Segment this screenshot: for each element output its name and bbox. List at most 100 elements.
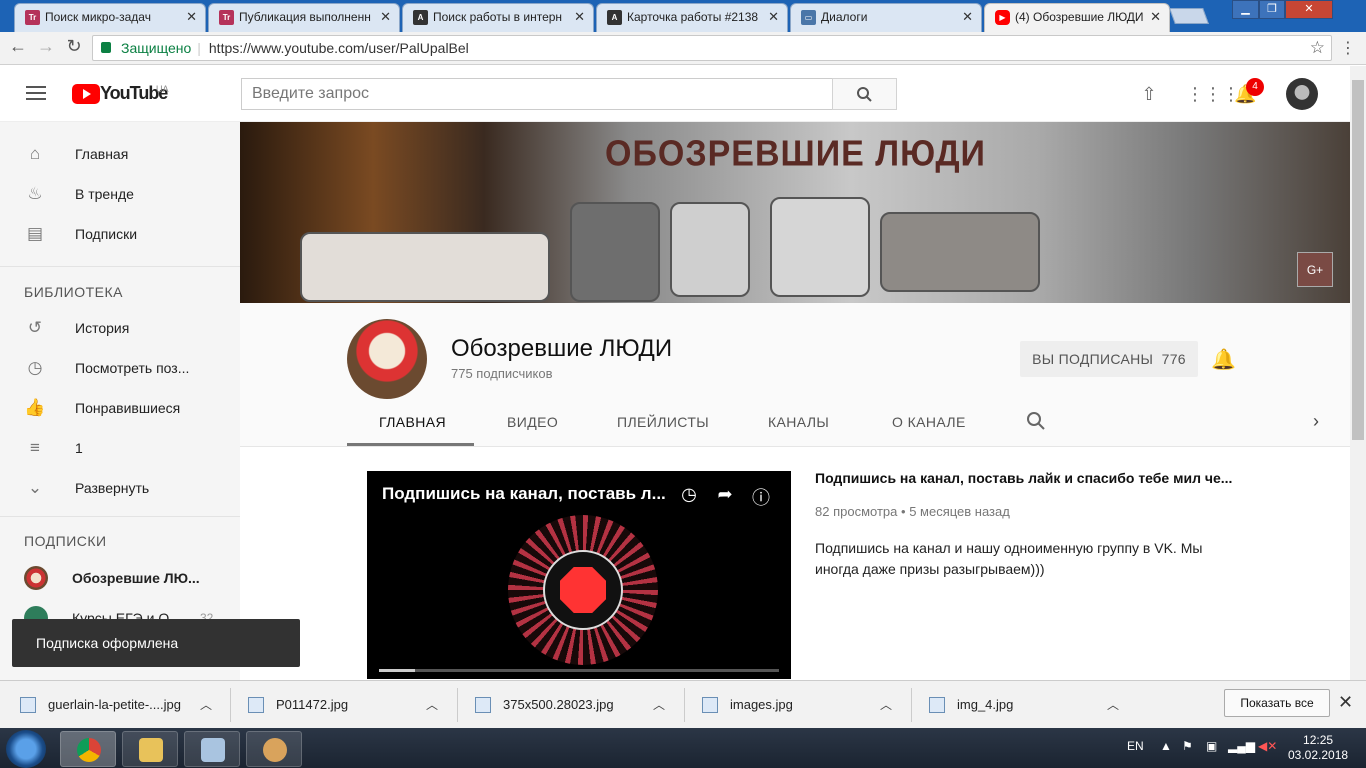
volume-muted-icon[interactable]: ◀✕	[1258, 739, 1277, 753]
subscribed-button[interactable]: ВЫ ПОДПИСАНЫ 776	[1020, 341, 1198, 377]
chevron-right-icon[interactable]: ›	[1313, 411, 1319, 432]
taskbar-calculator[interactable]	[184, 731, 240, 767]
share-icon[interactable]: ➦	[713, 484, 737, 505]
car-image	[770, 197, 870, 297]
sidebar-divider	[0, 516, 240, 517]
download-filename: guerlain-la-petite-....jpg	[48, 697, 181, 712]
sidebar-item-liked[interactable]: 👍 Понравившиеся	[0, 388, 240, 428]
sidebar-item-history[interactable]: ↺ История	[0, 308, 240, 348]
chevron-up-icon[interactable]: ︿	[1107, 691, 1119, 719]
close-window-button[interactable]: ✕	[1285, 0, 1333, 19]
sidebar-item-label: Подписки	[75, 226, 138, 242]
device-icon[interactable]: ▣	[1206, 739, 1217, 753]
sidebar-item-home[interactable]: ⌂ Главная	[0, 134, 240, 174]
google-plus-link[interactable]: G+	[1297, 252, 1333, 287]
youtube-logo-icon[interactable]	[72, 84, 100, 104]
browser-tab-title: Диалоги	[821, 10, 868, 24]
download-item[interactable]: img_4.jpg ︿	[929, 691, 1129, 719]
subscriptions-icon: ▤	[26, 224, 44, 243]
sidebar-item-label: В тренде	[75, 186, 134, 202]
back-arrow-icon[interactable]: ←	[6, 36, 30, 57]
show-all-downloads-button[interactable]: Показать все	[1224, 689, 1330, 717]
forward-arrow-icon[interactable]: →	[34, 36, 58, 57]
system-clock[interactable]: 12:25 03.02.2018	[1288, 733, 1348, 763]
upload-icon[interactable]: ⇧	[1138, 84, 1160, 106]
download-item[interactable]: 375x500.28023.jpg ︿	[475, 691, 675, 719]
sidebar-item-expand[interactable]: ⌄ Развернуть	[0, 468, 240, 508]
youtube-favicon-icon: ▶	[995, 10, 1010, 25]
hamburger-menu-icon[interactable]	[26, 86, 46, 100]
tab-playlists[interactable]: ПЛЕЙЛИСТЫ	[617, 414, 709, 430]
tab-home[interactable]: ГЛАВНАЯ	[379, 414, 446, 430]
video-meta: 82 просмотра • 5 месяцев назад	[815, 504, 1010, 519]
minimize-button[interactable]: ▁	[1232, 0, 1259, 19]
tab-videos[interactable]: ВИДЕО	[507, 414, 558, 430]
browser-tab[interactable]: Tr Поиск микро-задач ✕	[14, 3, 206, 32]
browser-tab-title: Карточка работы #2138	[627, 10, 759, 24]
close-tab-icon[interactable]: ✕	[574, 4, 585, 30]
view-count: 82 просмотра	[815, 504, 898, 519]
maximize-button[interactable]: ❐	[1259, 0, 1285, 19]
address-bar[interactable]: Защищено | https://www.youtube.com/user/Pa…	[92, 35, 1332, 61]
progress-bar[interactable]	[379, 669, 779, 672]
close-tab-icon[interactable]: ✕	[380, 4, 391, 30]
sidebar-item-watch-later[interactable]: ◷ Посмотреть поз...	[0, 348, 240, 388]
a-favicon-icon: A	[413, 10, 428, 25]
chevron-up-icon[interactable]: ︿	[426, 691, 438, 719]
taskbar-chrome[interactable]	[60, 731, 116, 767]
close-tab-icon[interactable]: ✕	[186, 4, 197, 30]
channel-search-icon[interactable]	[1026, 411, 1046, 431]
channel-bell-icon[interactable]: 🔔	[1211, 347, 1236, 372]
subscription-toast: Подписка оформлена	[12, 619, 300, 667]
browser-tab[interactable]: A Карточка работы #2138 ✕	[596, 3, 788, 32]
sidebar-item-trending[interactable]: ♨ В тренде	[0, 174, 240, 214]
info-icon[interactable]: ⓘ	[749, 484, 773, 510]
download-item[interactable]: images.jpg ︿	[702, 691, 902, 719]
sidebar-item-label: Развернуть	[75, 480, 150, 496]
sidebar-item-subscriptions[interactable]: ▤ Подписки	[0, 214, 240, 254]
taskbar-paint[interactable]	[246, 731, 302, 767]
apps-grid-icon[interactable]: ⋮⋮⋮	[1186, 84, 1240, 106]
close-downloads-icon[interactable]: ✕	[1338, 692, 1353, 713]
language-indicator[interactable]: EN	[1127, 739, 1144, 753]
sidebar-sub-channel[interactable]: Обозревшие ЛЮ...	[0, 558, 240, 598]
browser-tab[interactable]: A Поиск работы в интерн ✕	[402, 3, 594, 32]
watch-later-icon[interactable]: ◷	[677, 484, 701, 505]
search-button[interactable]	[832, 78, 897, 110]
taskbar-explorer[interactable]	[122, 731, 178, 767]
tray-expand-icon[interactable]: ▲	[1160, 739, 1172, 753]
tab-channels[interactable]: КАНАЛЫ	[768, 414, 829, 430]
thumb-up-icon: 👍	[24, 398, 46, 417]
flag-icon[interactable]: ⚑	[1182, 739, 1193, 753]
download-item[interactable]: P011472.jpg ︿	[248, 691, 448, 719]
download-divider	[911, 688, 912, 722]
browser-tab[interactable]: Tr Публикация выполненн ✕	[208, 3, 400, 32]
scrollbar-thumb[interactable]	[1352, 80, 1364, 440]
close-tab-icon[interactable]: ✕	[768, 4, 779, 30]
network-icon[interactable]: ▂▄▆	[1228, 739, 1255, 753]
video-thumbnail-art	[560, 567, 606, 613]
player-title[interactable]: Подпишись на канал, поставь л...	[382, 484, 672, 504]
account-avatar[interactable]	[1286, 78, 1318, 110]
folder-icon	[139, 738, 163, 762]
chevron-up-icon[interactable]: ︿	[653, 691, 665, 719]
browser-menu-icon[interactable]: ⋮	[1340, 38, 1356, 58]
subscribed-count: 776	[1161, 351, 1186, 367]
sidebar-item-label: История	[75, 320, 130, 336]
reload-icon[interactable]: ↻	[62, 36, 86, 57]
download-item[interactable]: guerlain-la-petite-....jpg ︿	[20, 691, 220, 719]
star-bookmark-icon[interactable]: ☆	[1310, 36, 1325, 60]
browser-tab-active[interactable]: ▶ (4) Обозревшие ЛЮДИ ✕	[984, 3, 1170, 33]
browser-tab[interactable]: ▭ Диалоги ✕	[790, 3, 982, 32]
video-title[interactable]: Подпишись на канал, поставь лайк и спаси…	[815, 470, 1235, 486]
sidebar-item-playlist[interactable]: ≡ 1	[0, 428, 240, 468]
chevron-up-icon[interactable]: ︿	[200, 691, 212, 719]
start-button[interactable]	[6, 730, 46, 768]
tab-about[interactable]: О КАНАЛЕ	[892, 414, 966, 430]
close-tab-icon[interactable]: ✕	[1150, 4, 1161, 30]
chevron-up-icon[interactable]: ︿	[880, 691, 892, 719]
clock-date: 03.02.2018	[1288, 748, 1349, 762]
close-tab-icon[interactable]: ✕	[962, 4, 973, 30]
search-input[interactable]: Введите запрос	[241, 78, 833, 110]
new-tab-button[interactable]	[1169, 8, 1209, 24]
